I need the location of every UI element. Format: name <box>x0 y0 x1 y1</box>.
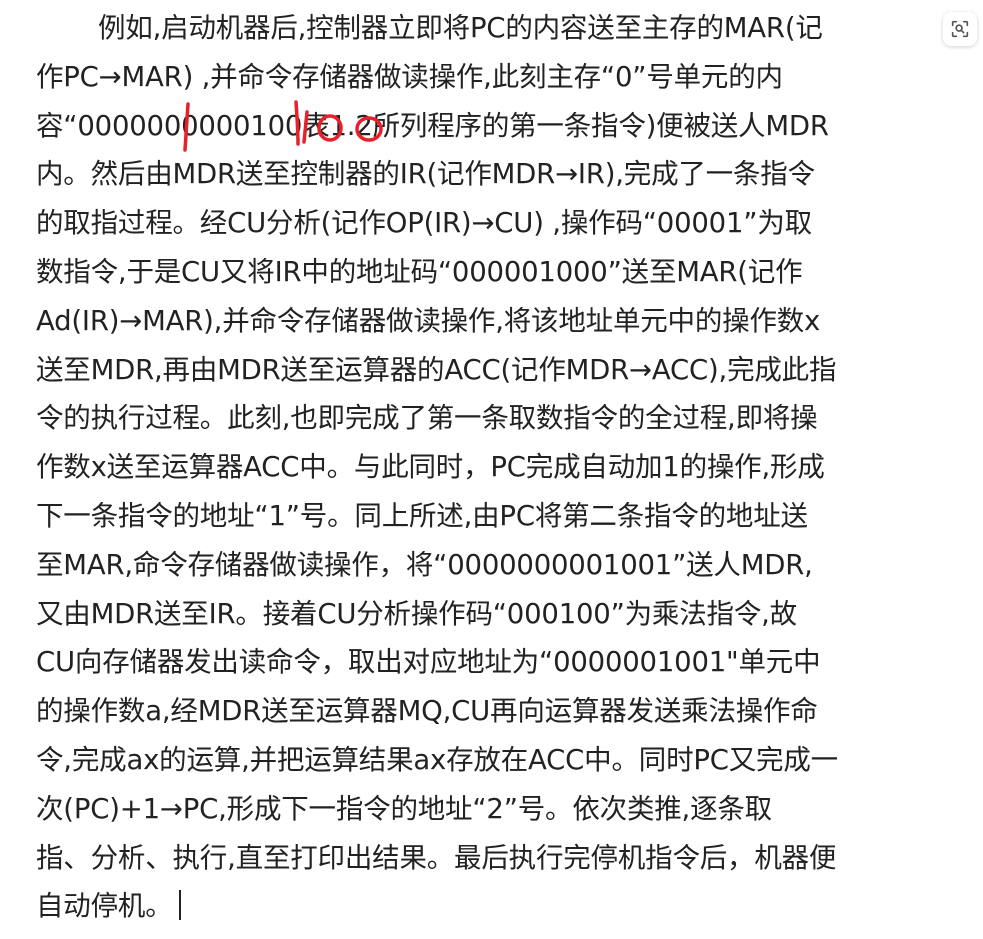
document-page: 例如,启动机器后,控制器立即将PC的内容送至主存的MAR(记 作PC→MAR) … <box>0 0 983 939</box>
text-line: 令,完成ax的运算,并把运算结果ax存放在ACC中。同时PC又完成一 <box>36 743 838 776</box>
scan-button[interactable] <box>943 12 977 46</box>
text-line: 作PC→MAR) ,并命令存储器做读操作,此刻主存“0”号单元的内 <box>36 60 783 93</box>
text-line: 作数x送至运算器ACC中。与此同时，PC完成自动加1的操作,形成 <box>36 451 825 484</box>
scan-icon <box>951 20 969 38</box>
text-line: 又由MDR送至IR。接着CU分析操作码“000100”为乘法指令,故 <box>36 597 797 630</box>
text-line-last: 自动停机。 <box>36 882 966 931</box>
text-line: 容“0000000000100表1.2所列程序的第一条指令)便被送人MDR <box>36 109 829 142</box>
text-line: 内。然后由MDR送至控制器的IR(记作MDR→IR),完成了一条指令 <box>36 158 815 191</box>
text-line: 数指令,于是CU又将IR中的地址码“000001000”送至MAR(记作 <box>36 255 803 288</box>
text-line: 令的执行过程。此刻,也即完成了第一条取数指令的全过程,即将操 <box>36 402 818 435</box>
text-line: 的操作数a,经MDR送至运算器MQ,CU再向运算器发送乘法操作命 <box>36 695 818 728</box>
text-line: 送至MDR,再由MDR送至运算器的ACC(记作MDR→ACC),完成此指 <box>36 353 837 386</box>
text-line: 至MAR,命令存储器做读操作，将“0000000001001”送人MDR, <box>36 548 813 581</box>
text-line: 例如,启动机器后,控制器立即将PC的内容送至主存的MAR(记 <box>98 12 823 44</box>
text-line: 的取指过程。经CU分析(记作OP(IR)→CU) ,操作码“00001”为取 <box>36 207 812 240</box>
document-text[interactable]: 例如,启动机器后,控制器立即将PC的内容送至主存的MAR(记 作PC→MAR) … <box>36 4 966 931</box>
text-cursor <box>178 890 181 921</box>
text-line: 自动停机。 <box>36 890 173 923</box>
text-line: 下一条指令的地址“1”号。同上所述,由PC将第二条指令的地址送 <box>36 499 808 532</box>
text-line: 次(PC)+1→PC,形成下一指令的地址“2”号。依次类推,逐条取 <box>36 792 772 825</box>
text-line: Ad(IR)→MAR),并命令存储器做读操作,将该地址单元中的操作数x <box>36 304 821 337</box>
text-line: 指、分析、执行,直至打印出结果。最后执行完停机指令后，机器便 <box>36 841 837 874</box>
text-line: CU向存储器发出读命令，取出对应地址为“0000001001"单元中 <box>36 646 821 679</box>
